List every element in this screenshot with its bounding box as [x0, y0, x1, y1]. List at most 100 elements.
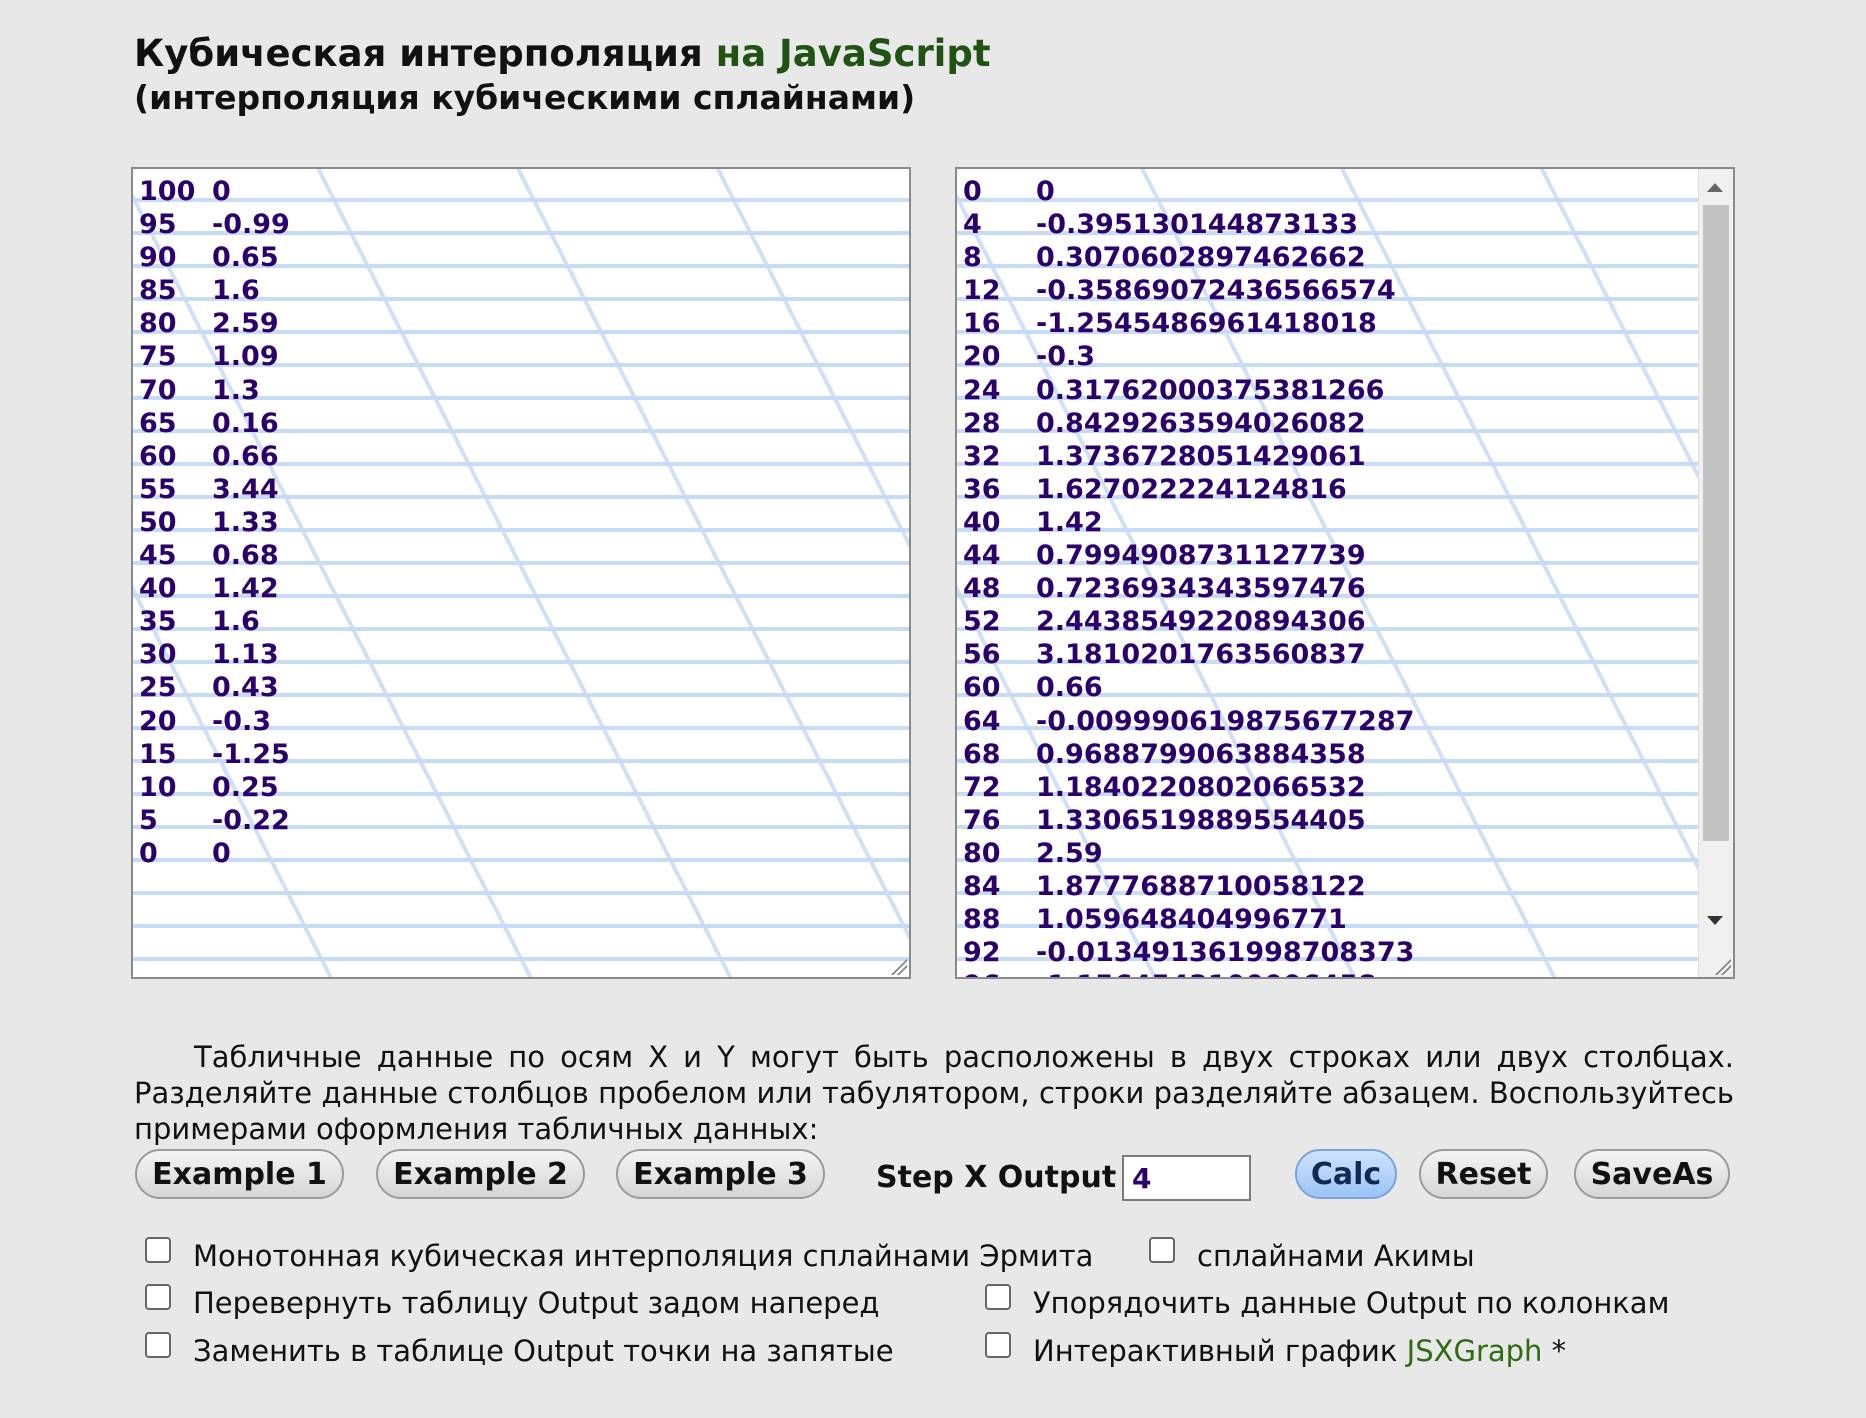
- page-subtitle: (интерполяция кубическими сплайнами): [134, 78, 916, 117]
- table-row: 15 -1.25: [139, 738, 869, 771]
- y-value: 0.3070602897462662: [1036, 242, 1366, 274]
- x-value: 96: [963, 969, 1036, 977]
- reset-button[interactable]: Reset: [1419, 1149, 1548, 1199]
- table-row: 36 1.627022224124816: [963, 473, 1693, 506]
- table-row: 72 1.1840220802066532: [963, 771, 1693, 804]
- y-value: -0.395130144873133: [1036, 209, 1359, 241]
- y-value: -0.013491361998708373: [1036, 937, 1415, 969]
- table-row: 80 2.59: [963, 837, 1693, 870]
- y-value: 3.44: [212, 473, 279, 505]
- x-value: 45: [139, 540, 177, 572]
- jsxgraph-link[interactable]: JSXGraph: [1407, 1334, 1543, 1368]
- y-value: 1.3306519889554405: [1036, 804, 1366, 836]
- option-hermite[interactable]: Монотонная кубическая интерполяция сплай…: [145, 1237, 1093, 1273]
- option-akima[interactable]: сплайнами Акимы: [1149, 1237, 1475, 1273]
- output-scrollbar[interactable]: [1698, 169, 1733, 977]
- y-value: 0.43: [212, 672, 279, 704]
- by-columns-label: Упорядочить данные Output по колонкам: [1033, 1286, 1670, 1320]
- x-value: 64: [963, 705, 1001, 737]
- x-value: 88: [963, 904, 1001, 936]
- table-row: 20 -0.3: [963, 340, 1693, 373]
- saveas-button[interactable]: SaveAs: [1574, 1149, 1730, 1199]
- table-row: 35 1.6: [139, 605, 869, 638]
- step-x-output-label: Step X Output: [876, 1160, 1117, 1195]
- table-row: 24 0.31762000375381266: [963, 374, 1693, 407]
- example-1-button[interactable]: Example 1: [135, 1149, 344, 1199]
- x-value: 80: [139, 308, 177, 340]
- y-value: 0.65: [212, 242, 279, 274]
- output-table: 0 0 4 -0.395130144873133 8 0.3070602897462662…: [963, 175, 1693, 977]
- y-value: 1.09: [212, 341, 279, 373]
- y-value: -0.99: [212, 209, 290, 241]
- resize-handle-icon[interactable]: [1713, 957, 1731, 975]
- option-reverse[interactable]: Перевернуть таблицу Output задом наперед: [145, 1284, 879, 1320]
- table-row: 40 1.42: [139, 572, 869, 605]
- y-value: 2.59: [1036, 837, 1103, 869]
- input-table: 100 0 95 -0.99 90 0.65 85 1.6 80 2.59 75 1.09 70 1.3 6…: [139, 175, 869, 870]
- x-value: 10: [139, 771, 177, 803]
- y-value: 0.7994908731127739: [1036, 540, 1366, 572]
- y-value: 1.3736728051429061: [1036, 440, 1366, 472]
- example-2-button[interactable]: Example 2: [376, 1149, 585, 1199]
- x-value: 32: [963, 440, 1001, 472]
- akima-checkbox[interactable]: [1149, 1237, 1175, 1263]
- x-value: 72: [963, 771, 1001, 803]
- commas-label: Заменить в таблице Output точки на запят…: [193, 1334, 894, 1368]
- y-value: 0: [212, 837, 231, 869]
- x-value: 20: [963, 341, 1001, 373]
- calc-button[interactable]: Calc: [1295, 1149, 1397, 1199]
- table-row: 70 1.3: [139, 374, 869, 407]
- table-row: 8 0.3070602897462662: [963, 241, 1693, 274]
- example-3-button[interactable]: Example 3: [616, 1149, 825, 1199]
- scroll-thumb[interactable]: [1703, 205, 1729, 841]
- table-row: 60 0.66: [139, 440, 869, 473]
- scroll-up-arrow-icon[interactable]: [1707, 183, 1723, 192]
- x-value: 12: [963, 275, 1001, 307]
- option-commas[interactable]: Заменить в таблице Output точки на запят…: [145, 1332, 894, 1368]
- y-value: 1.6: [212, 606, 260, 638]
- table-row: 50 1.33: [139, 506, 869, 539]
- y-value: 1.33: [212, 506, 279, 538]
- y-value: 0: [1036, 176, 1055, 207]
- x-value: 52: [963, 606, 1001, 638]
- commas-checkbox[interactable]: [145, 1332, 171, 1358]
- y-value: 0.25: [212, 771, 279, 803]
- interactive-graph-checkbox[interactable]: [985, 1332, 1011, 1358]
- table-row: 68 0.9688799063884358: [963, 738, 1693, 771]
- scroll-down-arrow-icon[interactable]: [1707, 916, 1723, 925]
- y-value: -0.22: [212, 804, 290, 836]
- hermite-checkbox[interactable]: [145, 1237, 171, 1263]
- step-x-output-input[interactable]: [1122, 1155, 1251, 1201]
- table-row: 80 2.59: [139, 307, 869, 340]
- table-row: 84 1.8777688710058122: [963, 870, 1693, 903]
- x-value: 20: [139, 705, 177, 737]
- y-value: 2.4438549220894306: [1036, 606, 1366, 638]
- x-value: 55: [139, 473, 177, 505]
- by-columns-checkbox[interactable]: [985, 1284, 1011, 1310]
- title-highlight: на JavaScript: [715, 32, 991, 75]
- option-interactive-graph[interactable]: Интерактивный график JSXGraph *: [985, 1332, 1566, 1368]
- y-value: 0: [212, 176, 231, 207]
- x-value: 56: [963, 639, 1001, 671]
- table-row: 88 1.059648404996771: [963, 903, 1693, 936]
- table-row: 32 1.3736728051429061: [963, 440, 1693, 473]
- output-textarea[interactable]: 0 0 4 -0.395130144873133 8 0.3070602897462662…: [955, 167, 1735, 979]
- resize-handle-icon[interactable]: [889, 957, 907, 975]
- input-textarea[interactable]: 100 0 95 -0.99 90 0.65 85 1.6 80 2.59 75 1.09 70 1.3 6…: [131, 167, 911, 979]
- x-value: 40: [963, 506, 1001, 538]
- x-value: 16: [963, 308, 1001, 340]
- x-value: 35: [139, 606, 177, 638]
- x-value: 100: [139, 176, 196, 207]
- table-row: 100 0: [139, 175, 869, 208]
- x-value: 48: [963, 573, 1001, 605]
- table-row: 60 0.66: [963, 671, 1693, 704]
- reverse-checkbox[interactable]: [145, 1284, 171, 1310]
- option-by-columns[interactable]: Упорядочить данные Output по колонкам: [985, 1284, 1670, 1320]
- table-row: 90 0.65: [139, 241, 869, 274]
- x-value: 60: [139, 440, 177, 472]
- table-row: 52 2.4438549220894306: [963, 605, 1693, 638]
- table-row: 65 0.16: [139, 407, 869, 440]
- x-value: 28: [963, 407, 1001, 439]
- x-value: 95: [139, 209, 177, 241]
- page-title: Кубическая интерполяция на JavaScript: [134, 32, 991, 76]
